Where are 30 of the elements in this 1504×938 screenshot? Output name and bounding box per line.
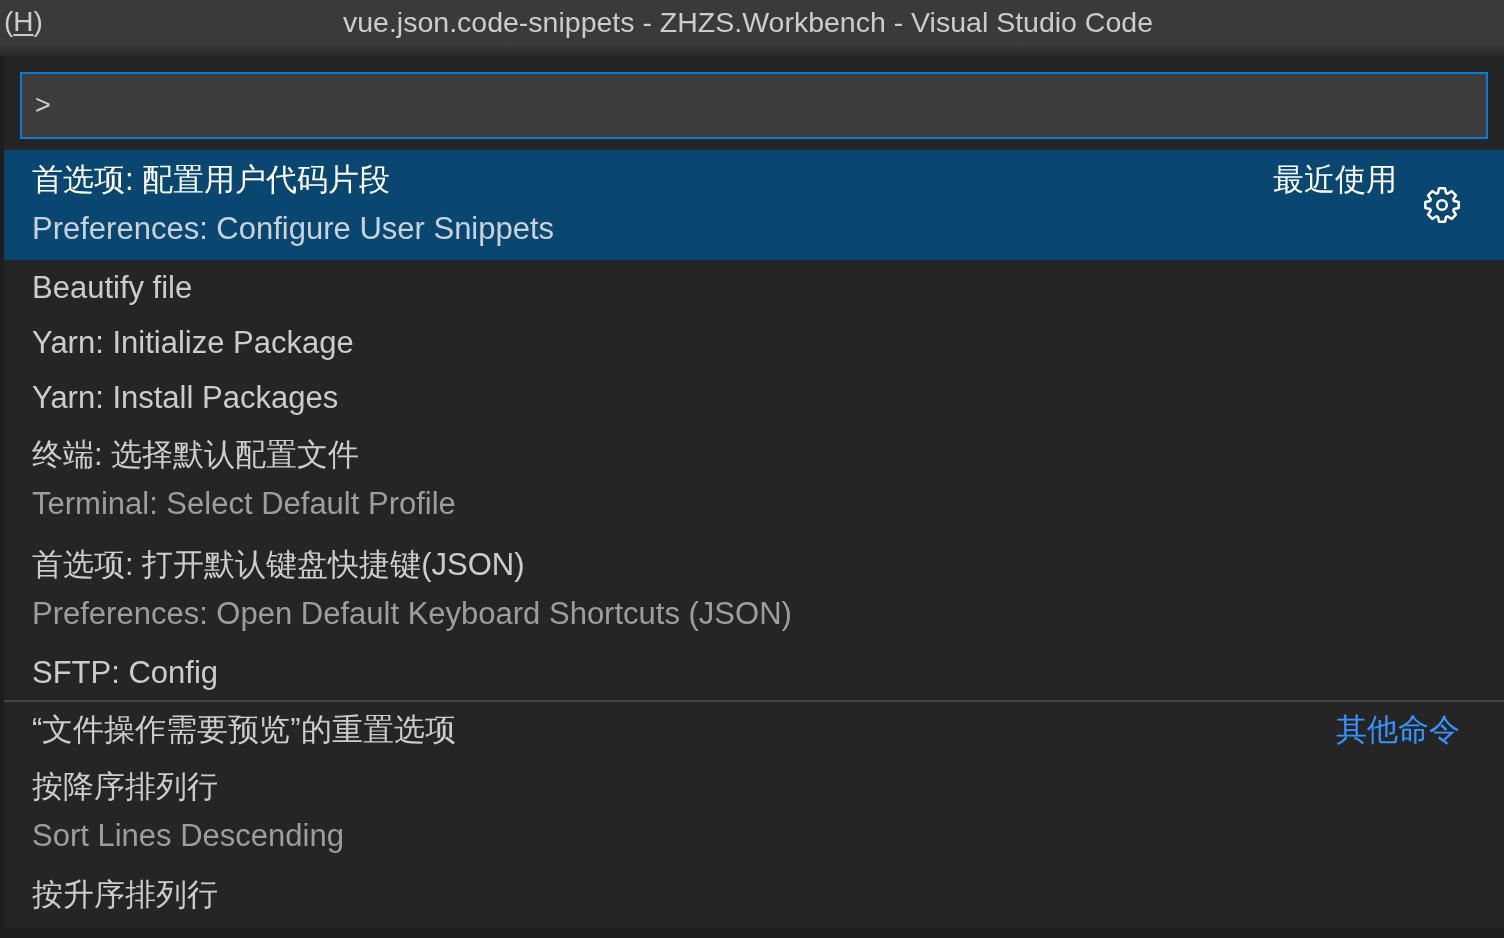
command-label: 首选项: 打开默认键盘快捷键(JSON)	[32, 546, 526, 584]
command-detail: Terminal: Select Default Profile	[32, 485, 457, 523]
command-detail: Preferences: Open Default Keyboard Shortcuts (JSON)	[32, 595, 793, 633]
menu-item[interactable]: (H)	[0, 6, 43, 38]
window-title: vue.json.code-snippets - ZHZS.Workbench - Visual Studio Code	[343, 5, 1154, 39]
command-item[interactable]: Yarn: Initialize Package	[4, 315, 1504, 370]
command-label: Beautify file	[32, 269, 194, 307]
group-label: 其他命令	[1336, 711, 1460, 749]
command-item[interactable]: Yarn: Install Packages	[4, 370, 1504, 425]
command-label: Yarn: Install Packages	[32, 379, 340, 417]
command-detail: Preferences: Configure User Snippets	[32, 210, 556, 248]
command-label: 按升序排列行	[32, 876, 219, 914]
command-label: “文件操作需要预览”的重置选项	[32, 711, 457, 749]
gear-icon[interactable]	[1424, 187, 1460, 223]
group-label: 最近使用	[1273, 161, 1397, 199]
command-item[interactable]: 按升序排列行	[4, 867, 1504, 922]
command-label: SFTP: Config	[32, 654, 220, 692]
command-item[interactable]: 终端: 选择默认配置文件 Terminal: Select Default Profile	[4, 425, 1504, 535]
command-item[interactable]: SFTP: Config	[4, 645, 1504, 700]
command-label: 首选项: 配置用户代码片段	[32, 161, 392, 199]
command-label: 按降序排列行	[32, 768, 219, 806]
command-input[interactable]: >	[20, 72, 1488, 139]
command-item[interactable]: 首选项: 配置用户代码片段 Preferences: Configure User Snippets 最近使用	[4, 150, 1504, 260]
command-label: Yarn: Initialize Package	[32, 324, 355, 362]
command-item[interactable]: 按降序排列行 Sort Lines Descending	[4, 757, 1504, 867]
command-item[interactable]: Beautify file	[4, 260, 1504, 315]
command-item[interactable]: 首选项: 打开默认键盘快捷键(JSON) Preferences: Open Default Keyboard Shortcuts (JSON)	[4, 535, 1504, 645]
command-label: 终端: 选择默认配置文件	[32, 436, 361, 474]
command-detail: Sort Lines Descending	[32, 817, 345, 855]
command-item[interactable]: “文件操作需要预览”的重置选项 其他命令	[4, 702, 1504, 757]
